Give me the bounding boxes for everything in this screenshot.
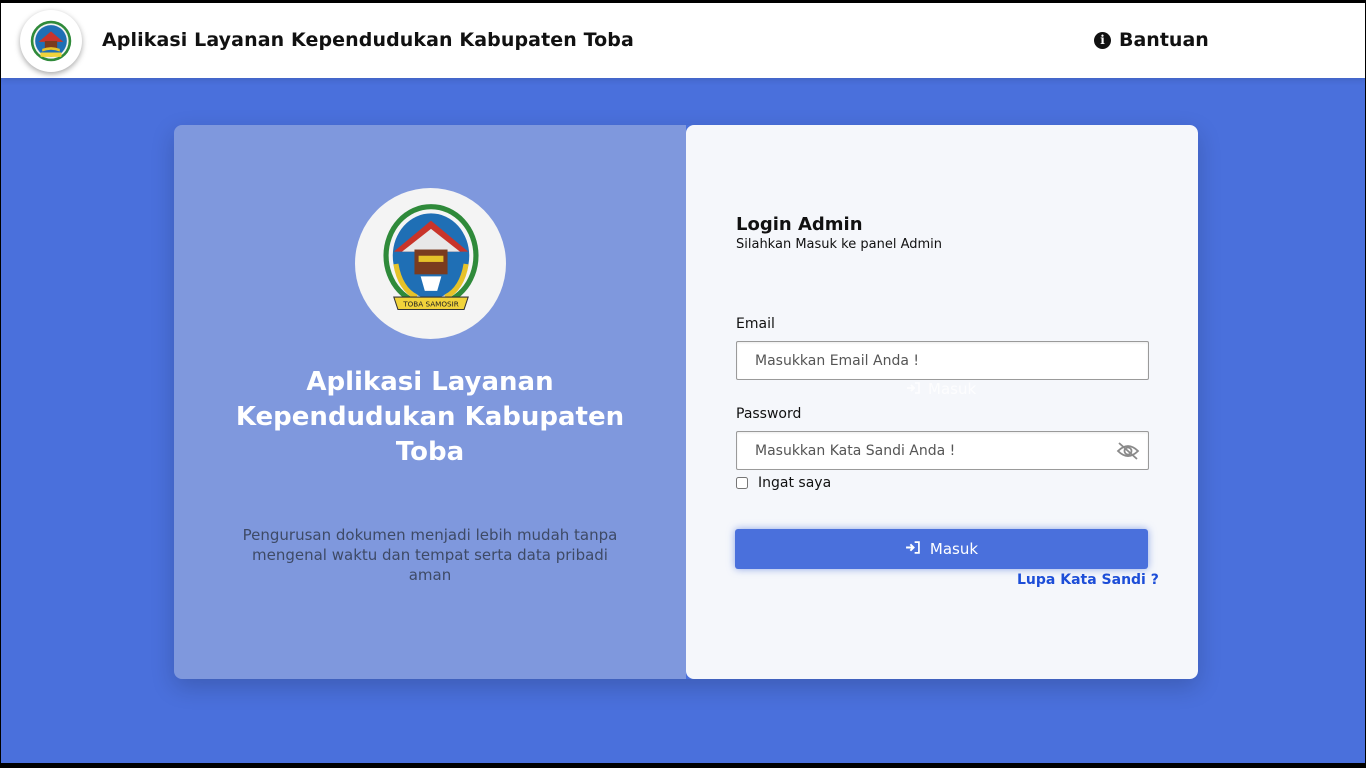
submit-button[interactable]: Masuk	[735, 529, 1148, 569]
info-circle-icon: i	[1094, 31, 1111, 49]
sign-in-icon	[905, 540, 920, 558]
intro-panel: TOBA SAMOSIR Aplikasi Layanan Kependuduk…	[174, 125, 686, 679]
login-form-panel: Login Admin Silahkan Masuk ke panel Admi…	[686, 125, 1198, 679]
toba-logo-large: TOBA SAMOSIR	[355, 188, 506, 339]
ghost-label: Masuk	[928, 380, 977, 398]
email-field[interactable]	[736, 341, 1149, 380]
login-subtitle: Silahkan Masuk ke panel Admin	[736, 237, 943, 252]
eye-slash-icon[interactable]	[1116, 441, 1140, 461]
emblem-label: TOBA SAMOSIR	[402, 299, 459, 308]
submit-label: Masuk	[929, 540, 979, 558]
password-label: Password	[736, 406, 802, 422]
ghost-button-text: Masuk	[906, 380, 976, 398]
sign-in-icon	[906, 380, 920, 398]
intro-title: Aplikasi Layanan Kependudukan Kabupaten …	[235, 367, 625, 467]
regency-emblem-icon	[30, 20, 72, 62]
top-header: Aplikasi Layanan Kependudukan Kabupaten …	[1, 3, 1365, 78]
app-frame: Aplikasi Layanan Kependudukan Kabupaten …	[1, 3, 1365, 763]
remember-me[interactable]: Ingat saya	[736, 475, 831, 491]
regency-emblem-icon: TOBA SAMOSIR	[382, 203, 479, 310]
toba-logo-small[interactable]	[20, 10, 82, 72]
password-field[interactable]	[736, 431, 1149, 470]
login-card: TOBA SAMOSIR Aplikasi Layanan Kependuduk…	[174, 125, 1198, 679]
forgot-password-link[interactable]: Lupa Kata Sandi ?	[1017, 572, 1159, 588]
help-label: Bantuan	[1119, 29, 1209, 51]
app-title: Aplikasi Layanan Kependudukan Kabupaten …	[102, 29, 634, 51]
help-link[interactable]: i Bantuan	[1094, 29, 1209, 51]
intro-subtitle: Pengurusan dokumen menjadi lebih mudah t…	[242, 526, 618, 584]
login-title: Login Admin	[736, 214, 863, 235]
remember-checkbox[interactable]	[736, 477, 748, 489]
email-label: Email	[736, 316, 775, 332]
remember-label: Ingat saya	[758, 475, 832, 491]
